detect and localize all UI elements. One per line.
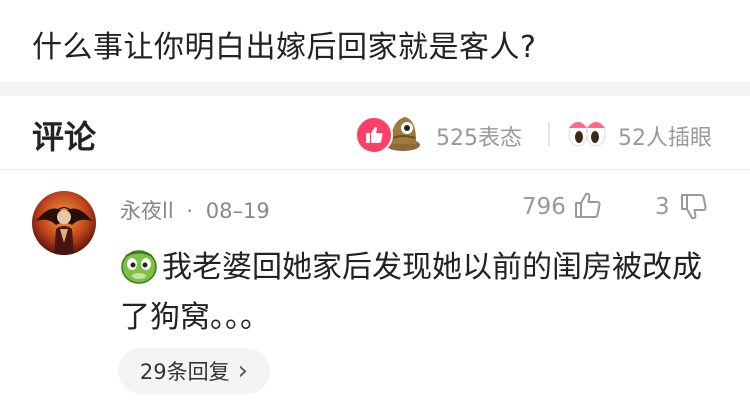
reactions-button[interactable] <box>355 116 421 154</box>
dislike-count[interactable]: 3 <box>655 194 670 220</box>
header-divider <box>548 122 550 146</box>
comment-date: 08–19 <box>205 199 270 223</box>
comments-header: 评论 525表态 52人插眼 <box>0 96 750 168</box>
comment-author[interactable]: 永夜ll <box>120 199 174 223</box>
avatar[interactable] <box>32 191 96 255</box>
reply-count-label: 29条回复 <box>139 360 230 384</box>
comments-title: 评论 <box>32 118 97 156</box>
header-divider-line <box>0 169 750 170</box>
comment-meta: 永夜ll · 08–19 <box>120 195 270 225</box>
like-count[interactable]: 796 <box>522 194 566 220</box>
view-replies-button[interactable]: 29条回复 › <box>118 348 270 394</box>
turtle-face-emoji-icon <box>120 247 158 285</box>
thumbs-down-icon[interactable] <box>679 192 709 222</box>
question-title[interactable]: 什么事让你明白出嫁后回家就是客人? <box>32 22 536 66</box>
comment-body: 我老婆回她家后发现她以前的闺房被改成了狗窝。。。 <box>120 243 730 343</box>
chevron-right-icon: › <box>237 356 249 386</box>
meta-separator: · <box>186 199 194 223</box>
thumbs-up-icon[interactable] <box>573 190 603 220</box>
section-divider <box>0 82 750 96</box>
question-bar[interactable]: 什么事让你明白出嫁后回家就是客人? <box>0 0 750 82</box>
comment-text: 我老婆回她家后发现她以前的闺房被改成了狗窝。。。 <box>120 250 702 335</box>
views-count[interactable]: 52人插眼 <box>618 120 712 152</box>
reactions-count[interactable]: 525表态 <box>436 120 522 152</box>
like-reaction-icon <box>355 116 393 154</box>
eyes-icon[interactable] <box>568 118 606 148</box>
